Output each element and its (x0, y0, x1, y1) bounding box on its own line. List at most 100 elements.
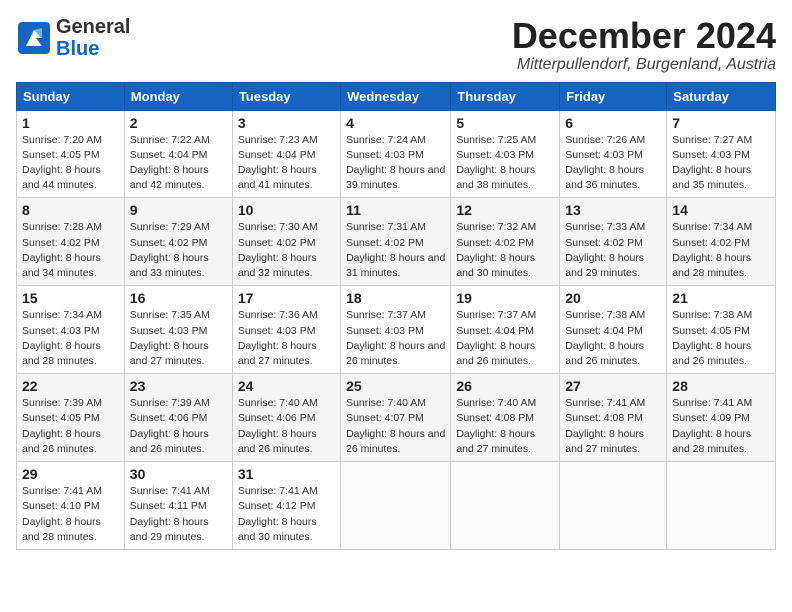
day-info: Sunrise: 7:39 AMSunset: 4:06 PMDaylight:… (130, 396, 227, 457)
calendar-day-cell: 6 Sunrise: 7:26 AMSunset: 4:03 PMDaylight… (560, 110, 667, 198)
day-info: Sunrise: 7:38 AMSunset: 4:04 PMDaylight:… (565, 308, 661, 369)
calendar-day-cell (451, 462, 560, 550)
day-info: Sunrise: 7:37 AMSunset: 4:04 PMDaylight:… (456, 308, 554, 369)
day-info: Sunrise: 7:29 AMSunset: 4:02 PMDaylight:… (130, 220, 227, 281)
calendar-day-cell: 5 Sunrise: 7:25 AMSunset: 4:03 PMDaylight… (451, 110, 560, 198)
day-number: 28 (672, 378, 770, 394)
day-info: Sunrise: 7:41 AMSunset: 4:08 PMDaylight:… (565, 396, 661, 457)
day-number: 20 (565, 290, 661, 306)
calendar-week-row: 29 Sunrise: 7:41 AMSunset: 4:10 PMDayligh… (17, 462, 776, 550)
calendar-table: SundayMondayTuesdayWednesdayThursdayFrid… (16, 82, 776, 550)
day-number: 14 (672, 202, 770, 218)
calendar-week-row: 22Sunrise: 7:39 AMSunset: 4:05 PMDayligh… (17, 374, 776, 462)
calendar-day-cell: 8 Sunrise: 7:28 AMSunset: 4:02 PMDaylight… (17, 198, 125, 286)
day-info: Sunrise: 7:35 AMSunset: 4:03 PMDaylight:… (130, 308, 227, 369)
day-info: Sunrise: 7:41 AMSunset: 4:12 PMDaylight:… (238, 484, 335, 545)
calendar-day-cell: 4Sunrise: 7:24 AMSunset: 4:03 PMDaylight… (341, 110, 451, 198)
month-title: December 2024 (512, 16, 776, 56)
calendar-day-cell: 24Sunrise: 7:40 AMSunset: 4:06 PMDayligh… (232, 374, 340, 462)
calendar-day-cell (667, 462, 776, 550)
weekday-header-cell: Thursday (451, 82, 560, 110)
day-info: Sunrise: 7:34 AMSunset: 4:02 PMDaylight:… (672, 220, 770, 281)
day-info: Sunrise: 7:38 AMSunset: 4:05 PMDaylight:… (672, 308, 770, 369)
calendar-body: 1 Sunrise: 7:20 AMSunset: 4:05 PMDaylight… (17, 110, 776, 549)
day-number: 1 (22, 115, 119, 131)
calendar-day-cell: 16Sunrise: 7:35 AMSunset: 4:03 PMDayligh… (124, 286, 232, 374)
day-info: Sunrise: 7:20 AMSunset: 4:05 PMDaylight:… (22, 133, 119, 194)
calendar-day-cell: 21 Sunrise: 7:38 AMSunset: 4:05 PMDayligh… (667, 286, 776, 374)
day-number: 3 (238, 115, 335, 131)
day-number: 9 (130, 202, 227, 218)
calendar-week-row: 1 Sunrise: 7:20 AMSunset: 4:05 PMDaylight… (17, 110, 776, 198)
calendar-day-cell: 18 Sunrise: 7:37 AMSunset: 4:03 PMDayligh… (341, 286, 451, 374)
calendar-day-cell: 31 Sunrise: 7:41 AMSunset: 4:12 PMDayligh… (232, 462, 340, 550)
day-number: 25 (346, 378, 445, 394)
calendar-day-cell: 3 Sunrise: 7:23 AMSunset: 4:04 PMDaylight… (232, 110, 340, 198)
day-info: Sunrise: 7:31 AMSunset: 4:02 PMDaylight:… (346, 220, 445, 281)
weekday-header-cell: Wednesday (341, 82, 451, 110)
day-info: Sunrise: 7:30 AMSunset: 4:02 PMDaylight:… (238, 220, 335, 281)
day-info: Sunrise: 7:39 AMSunset: 4:05 PMDaylight:… (22, 396, 119, 457)
day-info: Sunrise: 7:41 AMSunset: 4:11 PMDaylight:… (130, 484, 227, 545)
day-number: 19 (456, 290, 554, 306)
day-number: 15 (22, 290, 119, 306)
weekday-header-cell: Sunday (17, 82, 125, 110)
day-number: 21 (672, 290, 770, 306)
day-number: 2 (130, 115, 227, 131)
day-number: 6 (565, 115, 661, 131)
calendar-day-cell: 30 Sunrise: 7:41 AMSunset: 4:11 PMDayligh… (124, 462, 232, 550)
weekday-header-row: SundayMondayTuesdayWednesdayThursdayFrid… (17, 82, 776, 110)
day-info: Sunrise: 7:28 AMSunset: 4:02 PMDaylight:… (22, 220, 119, 281)
day-info: Sunrise: 7:25 AMSunset: 4:03 PMDaylight:… (456, 133, 554, 194)
day-info: Sunrise: 7:23 AMSunset: 4:04 PMDaylight:… (238, 133, 335, 194)
logo: General Blue (16, 16, 130, 60)
calendar-day-cell: 19 Sunrise: 7:37 AMSunset: 4:04 PMDayligh… (451, 286, 560, 374)
day-info: Sunrise: 7:24 AMSunset: 4:03 PMDaylight:… (346, 133, 445, 194)
day-info: Sunrise: 7:27 AMSunset: 4:03 PMDaylight:… (672, 133, 770, 194)
day-info: Sunrise: 7:41 AMSunset: 4:10 PMDaylight:… (22, 484, 119, 545)
day-number: 5 (456, 115, 554, 131)
calendar-day-cell: 15 Sunrise: 7:34 AMSunset: 4:03 PMDayligh… (17, 286, 125, 374)
day-number: 24 (238, 378, 335, 394)
day-number: 12 (456, 202, 554, 218)
day-number: 29 (22, 466, 119, 482)
day-number: 8 (22, 202, 119, 218)
logo-blue: Blue (56, 38, 130, 60)
day-number: 27 (565, 378, 661, 394)
day-number: 26 (456, 378, 554, 394)
day-info: Sunrise: 7:36 AMSunset: 4:03 PMDaylight:… (238, 308, 335, 369)
calendar-day-cell: 9 Sunrise: 7:29 AMSunset: 4:02 PMDaylight… (124, 198, 232, 286)
calendar-day-cell: 26 Sunrise: 7:40 AMSunset: 4:08 PMDayligh… (451, 374, 560, 462)
day-number: 30 (130, 466, 227, 482)
calendar-day-cell: 13 Sunrise: 7:33 AMSunset: 4:02 PMDayligh… (560, 198, 667, 286)
day-info: Sunrise: 7:40 AMSunset: 4:08 PMDaylight:… (456, 396, 554, 457)
calendar-day-cell: 14 Sunrise: 7:34 AMSunset: 4:02 PMDayligh… (667, 198, 776, 286)
calendar-day-cell: 1 Sunrise: 7:20 AMSunset: 4:05 PMDaylight… (17, 110, 125, 198)
day-number: 31 (238, 466, 335, 482)
day-number: 11 (346, 202, 445, 218)
day-number: 23 (130, 378, 227, 394)
day-info: Sunrise: 7:34 AMSunset: 4:03 PMDaylight:… (22, 308, 119, 369)
day-info: Sunrise: 7:41 AMSunset: 4:09 PMDaylight:… (672, 396, 770, 457)
title-area: December 2024 Mitterpullendorf, Burgenla… (512, 16, 776, 74)
calendar-day-cell: 2 Sunrise: 7:22 AMSunset: 4:04 PMDaylight… (124, 110, 232, 198)
day-info: Sunrise: 7:22 AMSunset: 4:04 PMDaylight:… (130, 133, 227, 194)
day-info: Sunrise: 7:33 AMSunset: 4:02 PMDaylight:… (565, 220, 661, 281)
calendar-day-cell: 20 Sunrise: 7:38 AMSunset: 4:04 PMDayligh… (560, 286, 667, 374)
weekday-header-cell: Friday (560, 82, 667, 110)
day-number: 18 (346, 290, 445, 306)
location-title: Mitterpullendorf, Burgenland, Austria (512, 56, 776, 74)
day-info: Sunrise: 7:37 AMSunset: 4:03 PMDaylight:… (346, 308, 445, 369)
day-number: 17 (238, 290, 335, 306)
calendar-day-cell: 22Sunrise: 7:39 AMSunset: 4:05 PMDayligh… (17, 374, 125, 462)
calendar-day-cell: 23 Sunrise: 7:39 AMSunset: 4:06 PMDayligh… (124, 374, 232, 462)
calendar-day-cell: 17 Sunrise: 7:36 AMSunset: 4:03 PMDayligh… (232, 286, 340, 374)
logo-icon (16, 20, 52, 56)
weekday-header-cell: Saturday (667, 82, 776, 110)
calendar-day-cell: 28 Sunrise: 7:41 AMSunset: 4:09 PMDayligh… (667, 374, 776, 462)
day-number: 13 (565, 202, 661, 218)
day-info: Sunrise: 7:40 AMSunset: 4:07 PMDaylight:… (346, 396, 445, 457)
calendar-week-row: 15 Sunrise: 7:34 AMSunset: 4:03 PMDayligh… (17, 286, 776, 374)
day-info: Sunrise: 7:26 AMSunset: 4:03 PMDaylight:… (565, 133, 661, 194)
calendar-day-cell: 12Sunrise: 7:32 AMSunset: 4:02 PMDayligh… (451, 198, 560, 286)
